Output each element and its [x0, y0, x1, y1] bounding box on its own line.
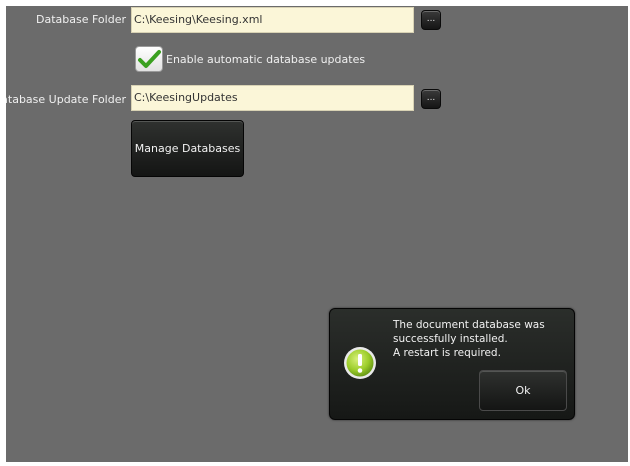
manage-databases-label: Manage Databases — [134, 142, 241, 155]
dialog-message-line: The document database was — [393, 319, 545, 331]
database-folder-field[interactable]: C:\Keesing\Keesing.xml — [131, 7, 414, 33]
ok-button[interactable]: Ok — [479, 370, 567, 411]
ok-button-label: Ok — [515, 384, 531, 397]
auto-update-label: Enable automatic database updates — [166, 53, 366, 66]
settings-panel: Database Folder C:\Keesing\Keesing.xml .… — [6, 6, 628, 462]
exclamation-icon — [344, 347, 376, 379]
auto-update-checkbox[interactable] — [135, 46, 163, 72]
update-folder-field[interactable]: C:\KeesingUpdates — [131, 85, 414, 111]
update-folder-label: Database Update Folder — [6, 93, 126, 106]
database-folder-browse-button[interactable]: ... — [421, 10, 441, 30]
dialog-message: The document database was successfully i… — [393, 318, 568, 360]
dialog-message-line: successfully installed. — [393, 333, 508, 345]
dialog-message-line: A restart is required. — [393, 347, 501, 359]
manage-databases-button[interactable]: Manage Databases — [131, 120, 244, 177]
database-folder-label: Database Folder — [36, 13, 126, 26]
install-complete-dialog: The document database was successfully i… — [329, 308, 575, 420]
checkmark-icon — [138, 50, 161, 68]
update-folder-browse-button[interactable]: ... — [421, 89, 441, 109]
